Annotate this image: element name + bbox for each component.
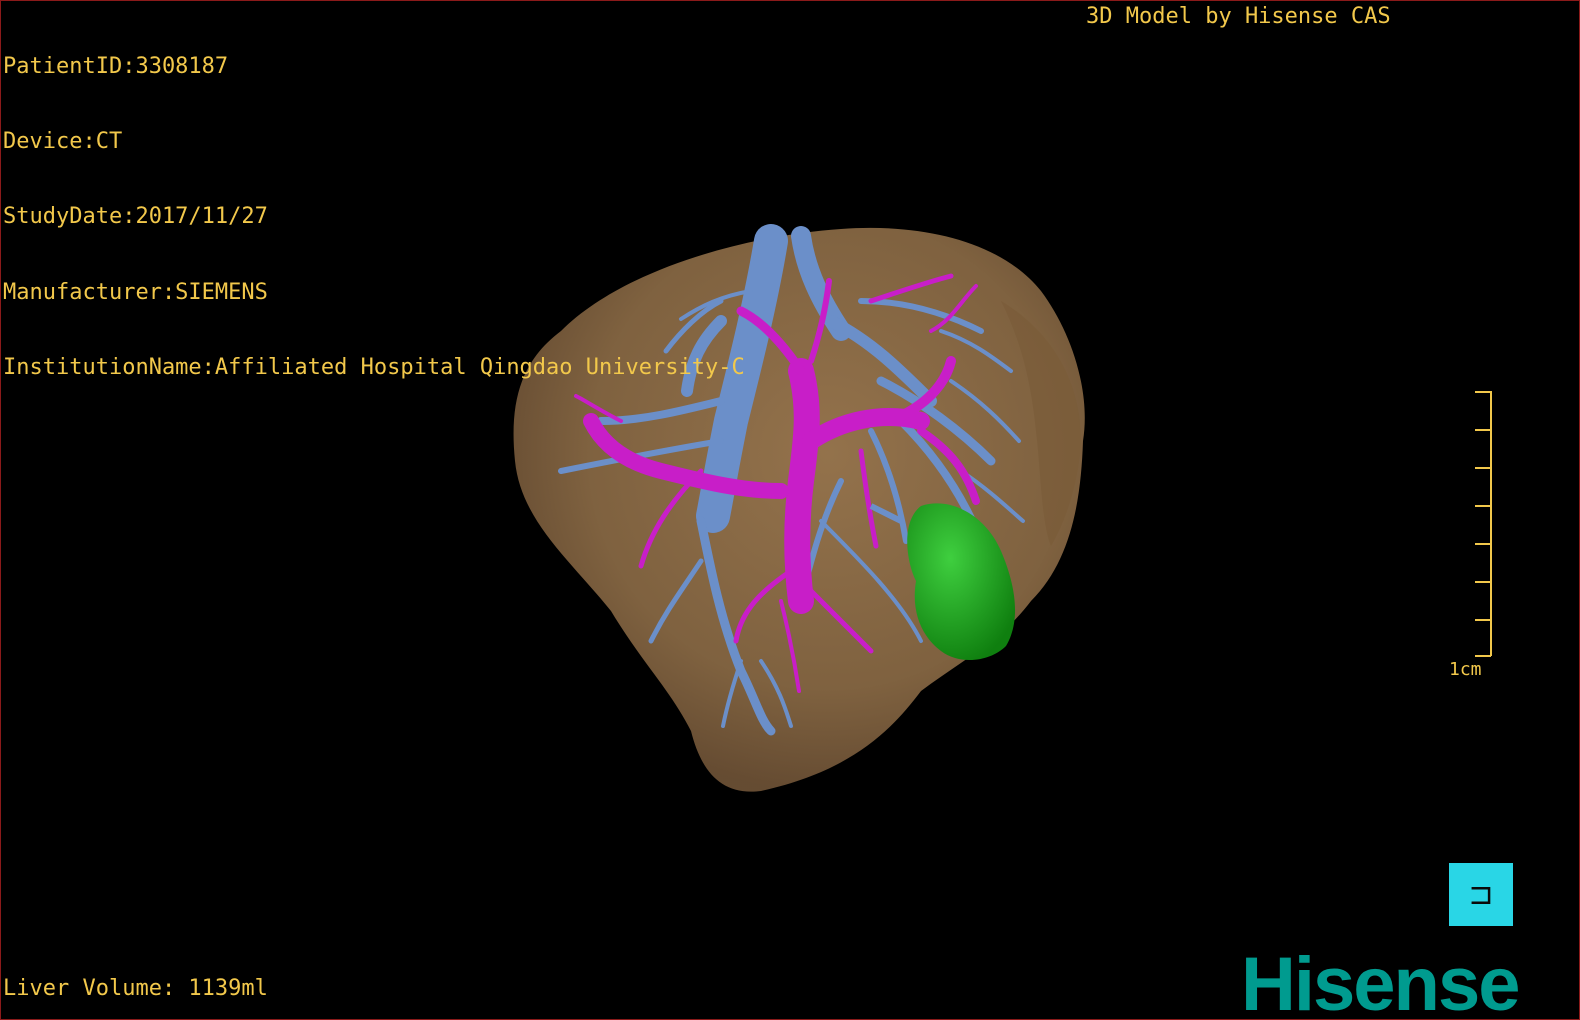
- model-watermark: 3D Model by Hisense CAS: [1086, 4, 1391, 29]
- 3d-viewport[interactable]: PatientID:3308187 Device:CT StudyDate:20…: [0, 0, 1580, 1020]
- patient-id-text: PatientID:3308187: [3, 54, 229, 79]
- scale-label: 1cm: [1449, 659, 1482, 680]
- orientation-cube-icon[interactable]: ⊐: [1449, 863, 1513, 926]
- institution-text: InstitutionName:Affiliated Hospital Qing…: [3, 354, 745, 380]
- orientation-glyph: ⊐: [1468, 877, 1494, 912]
- study-date-text: StudyDate:2017/11/27: [3, 204, 268, 230]
- hisense-logo: Hisense: [1241, 942, 1520, 1020]
- manufacturer-text: Manufacturer:SIEMENS: [3, 279, 268, 305]
- dicom-info-overlay: PatientID:3308187 Device:CT StudyDate:20…: [3, 4, 745, 430]
- liver-volume-text: Liver Volume: 1139ml: [3, 976, 268, 1001]
- scale-ruler: [1475, 391, 1492, 657]
- device-text: Device:CT: [3, 129, 123, 155]
